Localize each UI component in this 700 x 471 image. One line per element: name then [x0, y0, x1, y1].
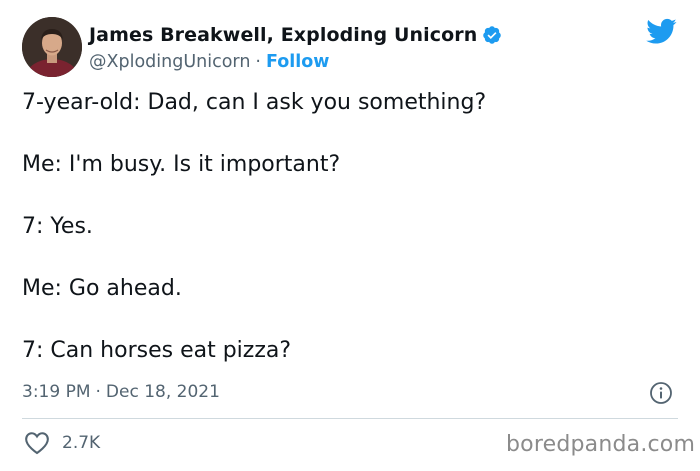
- handle-separator: ·: [255, 52, 261, 72]
- like-button[interactable]: 2.7K: [24, 430, 100, 456]
- timestamp-separator: ·: [95, 382, 101, 402]
- tweet-line: Me: I'm busy. Is it important?: [22, 152, 341, 177]
- avatar-portrait: [22, 17, 82, 77]
- verified-badge-icon: [482, 25, 502, 45]
- heart-icon: [25, 432, 49, 455]
- tweet-date[interactable]: Dec 18, 2021: [106, 382, 220, 402]
- follow-button[interactable]: Follow: [266, 52, 329, 72]
- author-name-row: James Breakwell, Exploding Unicorn: [89, 22, 609, 48]
- tweet-line: 7-year-old: Dad, can I ask you something…: [22, 90, 487, 115]
- tweet-line: 7: Can horses eat pizza?: [22, 338, 292, 363]
- author-block: James Breakwell, Exploding Unicorn @Xplo…: [89, 22, 609, 74]
- tweet-time[interactable]: 3:19 PM: [22, 382, 91, 402]
- watermark: boredpanda.com: [506, 432, 696, 457]
- avatar[interactable]: [22, 17, 82, 77]
- tweet-card: James Breakwell, Exploding Unicorn @Xplo…: [0, 0, 700, 471]
- author-handle-row: @XplodingUnicorn · Follow: [89, 50, 609, 74]
- like-count: 2.7K: [62, 433, 101, 453]
- divider: [22, 418, 678, 419]
- tweet-timestamp[interactable]: 3:19 PM · Dec 18, 2021: [22, 380, 220, 404]
- tweet-line: 7: Yes.: [22, 214, 93, 239]
- info-icon[interactable]: [649, 381, 673, 405]
- twitter-bird-icon[interactable]: [645, 18, 677, 46]
- author-handle[interactable]: @XplodingUnicorn: [89, 52, 250, 72]
- tweet-text: 7-year-old: Dad, can I ask you something…: [22, 88, 682, 398]
- author-display-name[interactable]: James Breakwell, Exploding Unicorn: [89, 24, 477, 46]
- tweet-line: Me: Go ahead.: [22, 276, 182, 301]
